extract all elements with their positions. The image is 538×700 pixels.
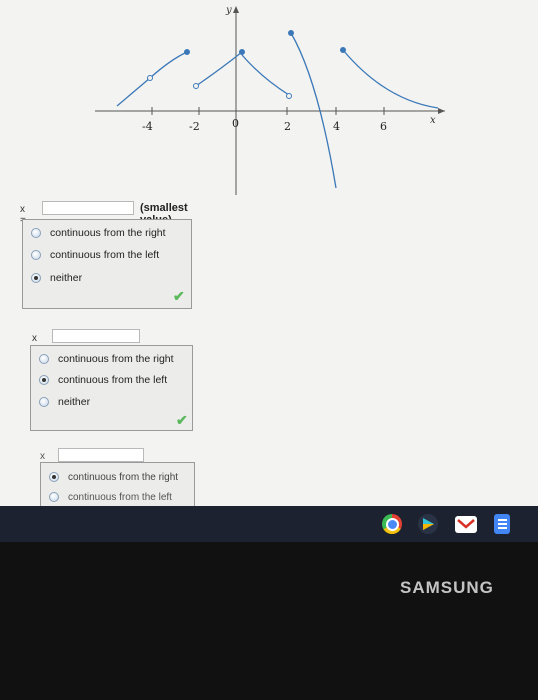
correct-check-icon: ✔ xyxy=(173,288,185,304)
option-label: continuous from the right xyxy=(50,227,166,239)
option-label: continuous from the right xyxy=(68,471,179,483)
y-axis-label: y xyxy=(225,5,232,16)
option-continuous-right[interactable]: continuous from the right xyxy=(39,351,174,367)
correct-check-icon: ✔ xyxy=(176,412,188,428)
tick-label: 2 xyxy=(284,120,291,133)
curve-segment xyxy=(116,77,151,107)
radio-button[interactable] xyxy=(49,492,59,502)
docs-icon[interactable] xyxy=(494,514,510,534)
option-continuous-right[interactable]: continuous from the right xyxy=(49,469,178,485)
options-box-2: continuous from the right continuous fro… xyxy=(30,345,193,431)
option-neither[interactable]: neither xyxy=(31,270,82,286)
radio-button[interactable] xyxy=(39,397,49,407)
option-label: continuous from the left xyxy=(50,249,160,261)
options-box-3: continuous from the right continuous fro… xyxy=(40,462,195,508)
x-value-input-3[interactable] xyxy=(58,448,144,462)
samsung-logo: SAMSUNG xyxy=(400,578,494,597)
tick-label: 0 xyxy=(232,117,239,130)
radio-button[interactable] xyxy=(31,250,41,260)
option-continuous-left[interactable]: continuous from the left xyxy=(31,247,159,263)
option-continuous-left[interactable]: continuous from the left xyxy=(49,489,172,505)
option-label: neither xyxy=(50,272,83,284)
gmail-icon[interactable] xyxy=(455,516,477,533)
function-graph: y x -4 -2 0 2 4 6 xyxy=(95,5,445,195)
y-axis-arrow xyxy=(233,6,239,13)
open-point xyxy=(286,93,292,99)
os-taskbar xyxy=(0,506,538,542)
option-label: continuous from the left xyxy=(68,491,172,503)
tick-label: 4 xyxy=(333,120,340,133)
option-continuous-right[interactable]: continuous from the right xyxy=(31,225,166,241)
option-continuous-left[interactable]: continuous from the left xyxy=(39,372,167,388)
x-axis-label: x xyxy=(430,115,436,126)
curve-segment xyxy=(195,51,243,87)
play-store-icon[interactable] xyxy=(418,514,438,534)
radio-button[interactable] xyxy=(39,354,49,364)
tick-label: -4 xyxy=(142,120,153,133)
curve-segment xyxy=(149,51,188,79)
closed-point xyxy=(340,47,346,53)
closed-point xyxy=(288,30,294,36)
options-box-1: continuous from the right continuous fro… xyxy=(22,219,192,309)
tick-label: -2 xyxy=(189,120,200,133)
open-point xyxy=(147,75,153,81)
option-label: continuous from the left xyxy=(58,374,168,386)
x-axis-arrow xyxy=(438,108,445,114)
radio-button[interactable] xyxy=(31,228,41,238)
open-point xyxy=(193,83,199,89)
closed-point xyxy=(239,49,245,55)
x-value-input-2[interactable] xyxy=(52,329,140,343)
option-label: neither xyxy=(58,396,91,408)
curve-segment xyxy=(342,49,439,109)
radio-button-selected[interactable] xyxy=(49,472,59,482)
curve-segment xyxy=(241,54,290,96)
radio-button-selected[interactable] xyxy=(39,375,49,385)
tick-label: 6 xyxy=(380,120,387,133)
option-neither[interactable]: neither xyxy=(39,394,90,410)
x-value-input-1[interactable] xyxy=(42,201,134,215)
option-label: continuous from the right xyxy=(58,353,174,365)
radio-button-selected[interactable] xyxy=(31,273,41,283)
chrome-icon[interactable] xyxy=(382,514,402,534)
closed-point xyxy=(184,49,190,55)
browser-content: y x -4 -2 0 2 4 6 x (smallest continuous… xyxy=(0,0,538,508)
